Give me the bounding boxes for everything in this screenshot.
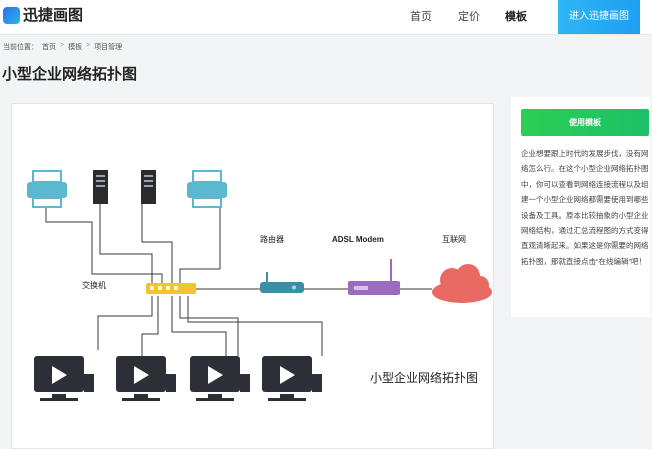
connection-lines: [45, 202, 432, 356]
computer-icon: [190, 356, 250, 401]
computer-icon: [262, 356, 322, 401]
use-template-button[interactable]: 使用模板: [521, 109, 649, 136]
modem-icon: [348, 259, 400, 295]
server-icon: [141, 170, 156, 204]
breadcrumb: 当前位置： 首页 > 模板 > 项目管理: [3, 42, 122, 52]
logo-icon: [3, 7, 20, 24]
internet-label: 互联网: [442, 235, 466, 244]
computer-icon: [116, 356, 176, 401]
enter-app-button[interactable]: 进入迅捷画图: [558, 0, 640, 34]
nav-templates[interactable]: 模板: [505, 0, 527, 35]
router-label: 路由器: [260, 234, 284, 244]
nav-home[interactable]: 首页: [410, 0, 432, 35]
server-icon: [93, 170, 108, 204]
breadcrumb-project-management[interactable]: 项目管理: [94, 42, 122, 52]
logo-text: 迅捷画图: [23, 7, 84, 24]
printer-icon: [187, 170, 227, 208]
breadcrumb-prefix: 当前位置：: [3, 44, 38, 51]
printer-icon: [27, 170, 67, 208]
switch-icon: [146, 283, 196, 294]
top-navigation-bar: 迅捷画图 首页 定价 模板 进入迅捷画图: [0, 0, 652, 35]
nav-pricing[interactable]: 定价: [458, 0, 480, 35]
breadcrumb-separator: >: [60, 42, 65, 49]
breadcrumb-home[interactable]: 首页: [42, 42, 56, 52]
diagram-caption: 小型企业网络拓扑图: [370, 370, 478, 385]
diagram-preview: 交换机 路由器 ADSL Modem 互联网 小型企业网络拓扑图: [11, 103, 494, 449]
switch-label: 交换机: [82, 280, 106, 290]
network-topology-diagram: 交换机 路由器 ADSL Modem 互联网 小型企业网络拓扑图: [27, 170, 492, 401]
router-icon: [260, 272, 304, 293]
breadcrumb-separator: >: [86, 42, 91, 49]
modem-label: ADSL Modem: [332, 235, 384, 244]
page-title: 小型企业网络拓扑图: [2, 66, 138, 83]
internet-cloud-icon: [432, 264, 492, 303]
template-description: 企业想要跟上时代的发展步伐，没有网络怎么行。在这个小型企业网络拓扑图中，你可以查…: [521, 149, 649, 266]
computer-icon: [34, 356, 94, 401]
breadcrumb-templates[interactable]: 模板: [68, 42, 82, 52]
template-info-panel: 使用模板 企业想要跟上时代的发展步伐，没有网络怎么行。在这个小型企业网络拓扑图中…: [511, 97, 650, 317]
logo[interactable]: 迅捷画图: [3, 7, 83, 24]
